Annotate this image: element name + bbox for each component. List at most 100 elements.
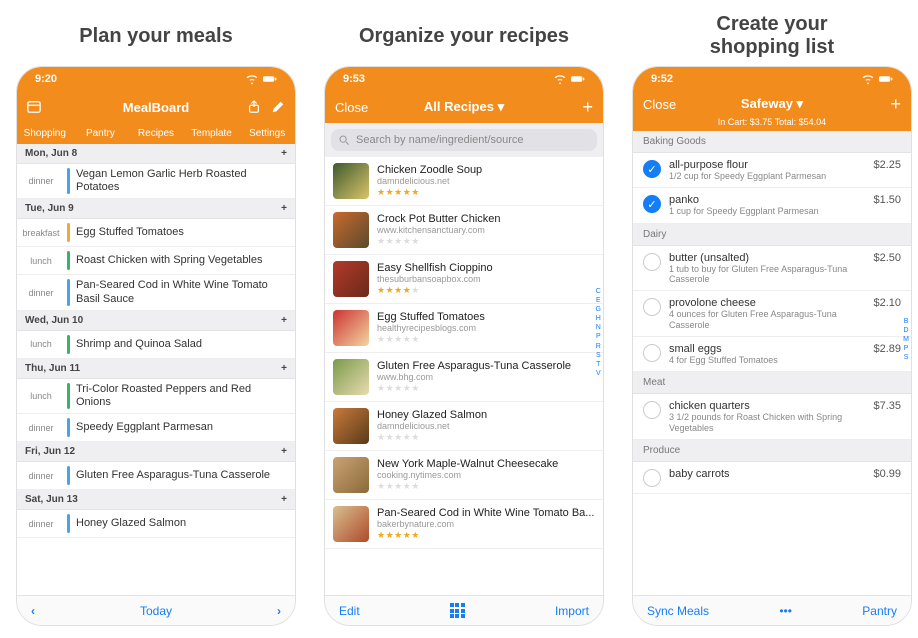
day-header[interactable]: Sat, Jun 13+ bbox=[17, 490, 295, 510]
index-letter[interactable]: M bbox=[903, 335, 909, 344]
prev-button[interactable]: ‹ bbox=[31, 604, 35, 618]
meal-row[interactable]: dinnerVegan Lemon Garlic Herb Roasted Po… bbox=[17, 164, 295, 199]
shopping-row[interactable]: butter (unsalted)1 tub to buy for Gluten… bbox=[633, 246, 911, 292]
recipe-row[interactable]: Easy Shellfish Cioppinothesuburbansoapbo… bbox=[325, 255, 603, 304]
recipe-row[interactable]: Chicken Zoodle Soupdamndelicious.net★★★★… bbox=[325, 157, 603, 206]
check-circle[interactable]: ✓ bbox=[643, 195, 661, 213]
recipe-list[interactable]: Chicken Zoodle Soupdamndelicious.net★★★★… bbox=[325, 157, 603, 595]
add-button[interactable]: + bbox=[890, 94, 901, 115]
index-letter[interactable]: N bbox=[596, 323, 601, 332]
add-button[interactable]: + bbox=[582, 97, 593, 118]
search-input[interactable]: Search by name/ingredient/source bbox=[331, 129, 597, 151]
index-letter[interactable]: B bbox=[904, 317, 909, 326]
index-letter[interactable]: S bbox=[904, 353, 909, 362]
nav-title[interactable]: All Recipes ▾ bbox=[381, 99, 547, 115]
tab-template[interactable]: Template bbox=[184, 123, 240, 144]
index-letter[interactable]: H bbox=[596, 314, 601, 323]
close-button[interactable]: Close bbox=[643, 97, 676, 112]
shopping-row[interactable]: provolone cheese4 ounces for Gluten Free… bbox=[633, 291, 911, 337]
item-title: chicken quarters bbox=[669, 400, 865, 412]
sync-button[interactable]: Sync Meals bbox=[647, 604, 709, 618]
check-circle[interactable]: ✓ bbox=[643, 160, 661, 178]
add-meal-icon[interactable]: + bbox=[281, 315, 287, 326]
shopping-row[interactable]: ✓all-purpose flour1/2 cup for Speedy Egg… bbox=[633, 153, 911, 188]
item-note: 4 for Egg Stuffed Tomatoes bbox=[669, 355, 865, 365]
add-meal-icon[interactable]: + bbox=[281, 446, 287, 457]
shopping-row[interactable]: chicken quarters3 1/2 pounds for Roast C… bbox=[633, 394, 911, 440]
recipe-title: Honey Glazed Salmon bbox=[377, 409, 595, 421]
check-circle[interactable] bbox=[643, 298, 661, 316]
tab-settings[interactable]: Settings bbox=[239, 123, 295, 144]
recipe-thumb bbox=[333, 457, 369, 493]
day-header[interactable]: Fri, Jun 12+ bbox=[17, 442, 295, 462]
grid-view-icon[interactable] bbox=[450, 603, 465, 618]
shopping-row[interactable]: ✓panko1 cup for Speedy Eggplant Parmesan… bbox=[633, 188, 911, 223]
day-header[interactable]: Mon, Jun 8+ bbox=[17, 144, 295, 164]
shopping-index-strip[interactable]: BDMPS bbox=[903, 317, 909, 362]
recipe-index-strip[interactable]: CEGHNPRSTV bbox=[596, 287, 601, 378]
edit-button[interactable]: Edit bbox=[339, 604, 360, 618]
meal-row[interactable]: dinnerHoney Glazed Salmon bbox=[17, 510, 295, 538]
meal-title: Roast Chicken with Spring Vegetables bbox=[76, 251, 287, 270]
index-letter[interactable]: G bbox=[596, 305, 601, 314]
next-button[interactable]: › bbox=[277, 604, 281, 618]
index-letter[interactable]: D bbox=[904, 326, 909, 335]
meal-row[interactable]: dinnerGluten Free Asparagus-Tuna Cassero… bbox=[17, 462, 295, 490]
meal-row[interactable]: lunchShrimp and Quinoa Salad bbox=[17, 331, 295, 359]
meal-slot: lunch bbox=[17, 383, 65, 409]
battery-icon bbox=[879, 72, 893, 86]
index-letter[interactable]: E bbox=[596, 296, 601, 305]
calendar-icon[interactable] bbox=[27, 100, 41, 114]
add-meal-icon[interactable]: + bbox=[281, 203, 287, 214]
day-header[interactable]: Tue, Jun 9+ bbox=[17, 199, 295, 219]
index-letter[interactable]: R bbox=[596, 342, 601, 351]
recipe-row[interactable]: Egg Stuffed Tomatoeshealthyrecipesblogs.… bbox=[325, 304, 603, 353]
edit-icon[interactable] bbox=[271, 100, 285, 114]
add-meal-icon[interactable]: + bbox=[281, 494, 287, 505]
index-letter[interactable]: P bbox=[596, 332, 601, 341]
index-letter[interactable]: S bbox=[596, 351, 601, 360]
recipe-thumb bbox=[333, 163, 369, 199]
shopping-row[interactable]: baby carrots$0.99 bbox=[633, 462, 911, 494]
status-bar: 9:20 bbox=[17, 67, 295, 91]
recipe-row[interactable]: Crock Pot Butter Chickenwww.kitchensanct… bbox=[325, 206, 603, 255]
check-circle[interactable] bbox=[643, 401, 661, 419]
search-wrap: Search by name/ingredient/source bbox=[325, 123, 603, 157]
nav-title[interactable]: Safeway ▾ bbox=[689, 96, 855, 112]
index-letter[interactable]: T bbox=[596, 360, 600, 369]
close-button[interactable]: Close bbox=[335, 100, 368, 115]
search-icon bbox=[339, 135, 350, 146]
check-circle[interactable] bbox=[643, 469, 661, 487]
meal-row[interactable]: lunchRoast Chicken with Spring Vegetable… bbox=[17, 247, 295, 275]
share-icon[interactable] bbox=[247, 100, 261, 114]
import-button[interactable]: Import bbox=[555, 604, 589, 618]
index-letter[interactable]: C bbox=[596, 287, 601, 296]
meal-row[interactable]: dinnerSpeedy Eggplant Parmesan bbox=[17, 414, 295, 442]
item-title: all-purpose flour bbox=[669, 159, 865, 171]
tab-recipes[interactable]: Recipes bbox=[128, 123, 184, 144]
add-meal-icon[interactable]: + bbox=[281, 363, 287, 374]
today-button[interactable]: Today bbox=[140, 604, 172, 618]
meal-plan-list[interactable]: Mon, Jun 8+dinnerVegan Lemon Garlic Herb… bbox=[17, 144, 295, 595]
check-circle[interactable] bbox=[643, 344, 661, 362]
shopping-list[interactable]: Baking Goods✓all-purpose flour1/2 cup fo… bbox=[633, 131, 911, 595]
check-circle[interactable] bbox=[643, 253, 661, 271]
recipe-row[interactable]: New York Maple-Walnut Cheesecakecooking.… bbox=[325, 451, 603, 500]
recipe-source: www.kitchensanctuary.com bbox=[377, 225, 595, 235]
more-button[interactable]: ••• bbox=[779, 604, 792, 618]
recipe-row[interactable]: Pan-Seared Cod in White Wine Tomato Ba..… bbox=[325, 500, 603, 549]
meal-row[interactable]: dinnerPan-Seared Cod in White Wine Tomat… bbox=[17, 275, 295, 310]
tab-pantry[interactable]: Pantry bbox=[73, 123, 129, 144]
index-letter[interactable]: V bbox=[596, 369, 601, 378]
day-header[interactable]: Thu, Jun 11+ bbox=[17, 359, 295, 379]
shopping-row[interactable]: small eggs4 for Egg Stuffed Tomatoes$2.8… bbox=[633, 337, 911, 372]
index-letter[interactable]: P bbox=[904, 344, 909, 353]
meal-row[interactable]: breakfastEgg Stuffed Tomatoes bbox=[17, 219, 295, 247]
pantry-button[interactable]: Pantry bbox=[862, 604, 897, 618]
recipe-row[interactable]: Honey Glazed Salmondamndelicious.net★★★★… bbox=[325, 402, 603, 451]
add-meal-icon[interactable]: + bbox=[281, 148, 287, 159]
meal-row[interactable]: lunchTri-Color Roasted Peppers and Red O… bbox=[17, 379, 295, 414]
recipe-row[interactable]: Gluten Free Asparagus-Tuna Casserolewww.… bbox=[325, 353, 603, 402]
tab-shopping[interactable]: Shopping bbox=[17, 123, 73, 144]
day-header[interactable]: Wed, Jun 10+ bbox=[17, 311, 295, 331]
